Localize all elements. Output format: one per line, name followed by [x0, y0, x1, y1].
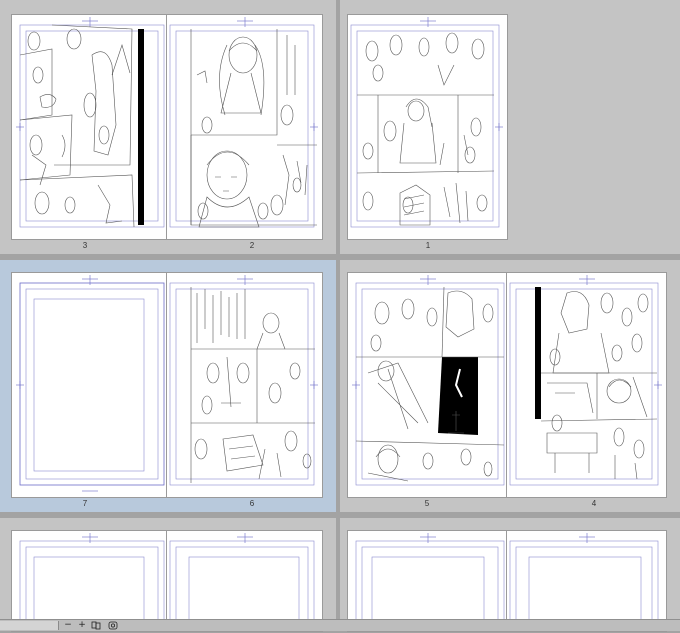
page-sheet-3[interactable]: [12, 15, 167, 239]
page-number-label: 6: [249, 499, 255, 508]
zoom-out-button[interactable]: −: [63, 621, 73, 630]
page-sheet-4[interactable]: [507, 273, 666, 497]
page-sheet-5[interactable]: [348, 273, 507, 497]
page-6-sketch: [169, 275, 318, 486]
page-sheet-2[interactable]: [167, 15, 322, 239]
page-layout-icon[interactable]: [91, 621, 101, 630]
spread-cell-9-8[interactable]: [0, 518, 336, 631]
page-sheet-6[interactable]: [167, 273, 322, 497]
page-number-label: 5: [424, 499, 430, 508]
page-sheet-9[interactable]: [12, 531, 167, 631]
spread-cell-3-2[interactable]: 3 2: [0, 0, 336, 254]
fit-view-icon[interactable]: [108, 621, 118, 630]
page-10-blank: [509, 533, 659, 631]
page-sheet-1[interactable]: [348, 15, 507, 239]
page-1-sketch: [350, 17, 503, 228]
page-8-blank: [169, 533, 315, 631]
page-7-blank: [16, 275, 165, 492]
spread-cell-7-6[interactable]: 7 6: [0, 260, 336, 512]
spread-cell-1[interactable]: 1: [340, 0, 680, 254]
page-9-blank: [19, 533, 165, 631]
spread-cell-5-4[interactable]: 5 4: [340, 260, 680, 512]
page-sheet-7[interactable]: [12, 273, 167, 497]
page-number-label: 1: [425, 241, 431, 250]
spread-cell-11-10[interactable]: [340, 518, 680, 631]
status-bar: − +: [0, 619, 680, 631]
page-2-sketch: [169, 17, 318, 228]
page-11-blank: [355, 533, 505, 631]
page-5-sketch: [352, 275, 505, 486]
page-sheet-11[interactable]: [348, 531, 507, 631]
page-number-label: 3: [82, 241, 88, 250]
page-3-sketch: [16, 17, 165, 228]
page-number-label: 2: [249, 241, 255, 250]
page-number-label: 4: [591, 499, 597, 508]
page-sheet-8[interactable]: [167, 531, 322, 631]
thumbnail-size-slider[interactable]: [0, 621, 59, 630]
page-number-label: 7: [82, 499, 88, 508]
page-sheet-10[interactable]: [507, 531, 666, 631]
page-4-sketch: [509, 275, 662, 486]
zoom-in-button[interactable]: +: [77, 621, 87, 630]
